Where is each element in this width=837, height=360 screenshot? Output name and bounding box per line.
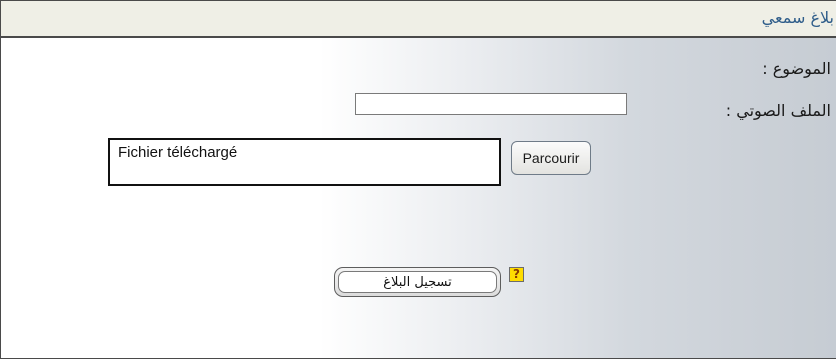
question-mark-icon[interactable]: ? (509, 267, 524, 282)
submit-report-label: تسجيل البلاغ (338, 271, 497, 293)
subject-label: الموضوع : (762, 59, 831, 78)
title-bar: بلاغ سمعي (1, 1, 836, 38)
file-field[interactable]: Fichier téléchargé (108, 138, 501, 186)
form-panel (1, 38, 836, 358)
audio-file-label: الملف الصوتي : (725, 101, 831, 120)
page-title: بلاغ سمعي (761, 8, 834, 27)
subject-input[interactable] (355, 93, 627, 115)
report-form-window: بلاغ سمعي الموضوع : الملف الصوتي : Fichi… (0, 0, 836, 359)
browse-button[interactable]: Parcourir (511, 141, 591, 175)
submit-report-button[interactable]: تسجيل البلاغ (334, 267, 501, 297)
